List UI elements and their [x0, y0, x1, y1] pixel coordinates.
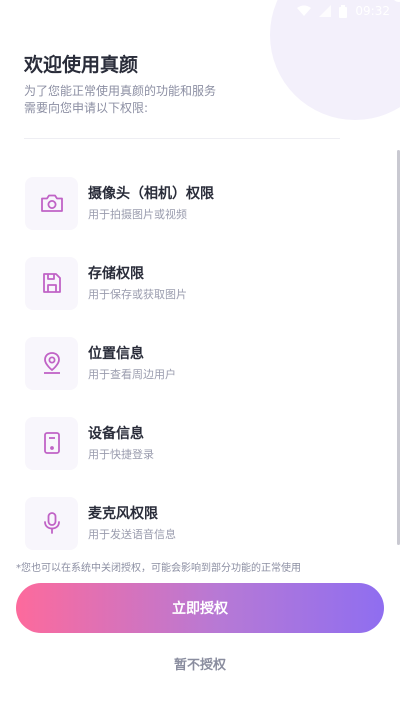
camera-icon	[25, 176, 78, 230]
permission-desc: 用于发送语音信息	[88, 528, 176, 541]
page-subtitle: 为了您能正常使用真颜的功能和服务 需要向您申请以下权限:	[24, 83, 284, 117]
permission-page: 09:32 欢迎使用真颜 为了您能正常使用真颜的功能和服务 需要向您申请以下权限…	[0, 0, 400, 711]
permission-item-microphone: 麦克风权限 用于发送语音信息	[25, 483, 365, 563]
signal-icon	[319, 5, 332, 17]
permission-desc: 用于保存或获取图片	[88, 288, 187, 301]
page-title: 欢迎使用真颜	[24, 54, 139, 76]
status-time: 09:32	[355, 4, 390, 18]
decline-permission-button[interactable]: 暂不授权	[0, 654, 400, 673]
permission-title: 麦克风权限	[88, 506, 158, 522]
permission-item-storage: 存储权限 用于保存或获取图片	[25, 243, 365, 323]
battery-icon	[339, 4, 348, 18]
permission-item-camera: 摄像头（相机）权限 用于拍摄图片或视频	[25, 163, 365, 243]
grant-permission-button[interactable]: 立即授权	[16, 583, 384, 633]
permission-item-device: 设备信息 用于快捷登录	[25, 403, 365, 483]
status-bar: 09:32	[0, 0, 400, 22]
location-icon	[25, 336, 78, 390]
permission-title: 设备信息	[88, 426, 144, 442]
permission-title: 摄像头（相机）权限	[88, 186, 214, 202]
microphone-icon	[25, 496, 78, 550]
disclaimer-note: *您也可以在系统中关闭授权，可能会影响到部分功能的正常使用	[16, 563, 301, 574]
divider	[24, 138, 340, 139]
permission-list: 摄像头（相机）权限 用于拍摄图片或视频 存储权限 用于保存或获取图片 位置信息 …	[25, 163, 365, 563]
storage-icon	[25, 256, 78, 310]
permission-item-location: 位置信息 用于查看周边用户	[25, 323, 365, 403]
permission-title: 存储权限	[88, 266, 144, 282]
permission-desc: 用于拍摄图片或视频	[88, 208, 187, 221]
subtitle-line-2: 需要向您申请以下权限:	[24, 101, 149, 115]
subtitle-line-1: 为了您能正常使用真颜的功能和服务	[24, 84, 217, 98]
wifi-icon	[297, 5, 312, 17]
permission-desc: 用于查看周边用户	[88, 368, 176, 381]
permission-title: 位置信息	[88, 346, 144, 362]
device-icon	[25, 416, 78, 470]
permission-desc: 用于快捷登录	[88, 448, 154, 461]
